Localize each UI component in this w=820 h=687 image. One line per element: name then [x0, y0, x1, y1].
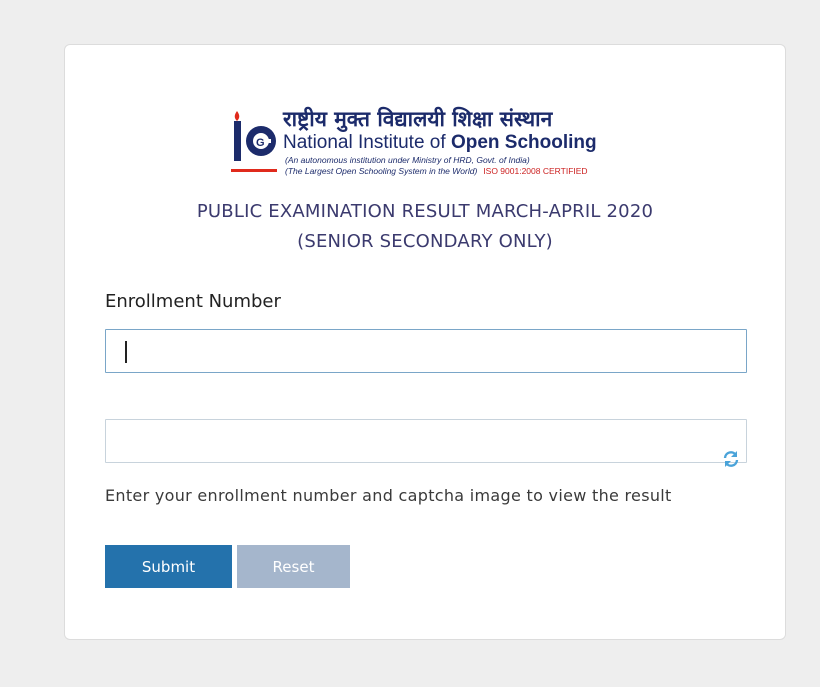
logo-name-bold: Open Schooling — [450, 132, 597, 153]
title-line-1: PUBLIC EXAMINATION RESULT MARCH-APRIL 20… — [196, 201, 654, 222]
logo-name-regular: National Institute of — [283, 132, 451, 153]
logo-english-name: National Institute of Open Schooling — [283, 132, 631, 154]
logo-tagline-1: (An autonomous institution under Ministr… — [285, 155, 530, 165]
captcha-input[interactable] — [105, 419, 747, 463]
enrollment-input[interactable] — [105, 329, 747, 373]
reset-button[interactable]: Reset — [237, 545, 350, 588]
result-card: G राष्ट्रीय मुक्त विद्यालयी शिक्षा संस्थ… — [64, 44, 786, 640]
iso-certification: ISO 9001:2008 CERTIFIED — [483, 166, 588, 176]
logo-text: राष्ट्रीय मुक्त विद्यालयी शिक्षा संस्थान… — [283, 107, 631, 179]
nios-logo: G राष्ट्रीय मुक्त विद्यालयी शिक्षा संस्थ… — [231, 107, 631, 179]
refresh-captcha-icon[interactable] — [721, 449, 741, 469]
svg-text:G: G — [256, 137, 265, 149]
logo-tagline-2: (The Largest Open Schooling System in th… — [285, 166, 588, 176]
nios-emblem-icon: G — [231, 111, 277, 172]
logo-hindi-name: राष्ट्रीय मुक्त विद्यालयी शिक्षा संस्थान — [283, 107, 553, 131]
submit-button[interactable]: Submit — [105, 545, 232, 588]
logo-tagline-2-text: (The Largest Open Schooling System in th… — [285, 166, 478, 176]
help-text: Enter your enrollment number and captcha… — [105, 486, 672, 505]
page-title: PUBLIC EXAMINATION RESULT MARCH-APRIL 20… — [65, 197, 785, 257]
title-line-2: (SENIOR SECONDARY ONLY) — [297, 231, 553, 252]
text-cursor — [125, 341, 127, 363]
enrollment-label: Enrollment Number — [105, 291, 281, 312]
